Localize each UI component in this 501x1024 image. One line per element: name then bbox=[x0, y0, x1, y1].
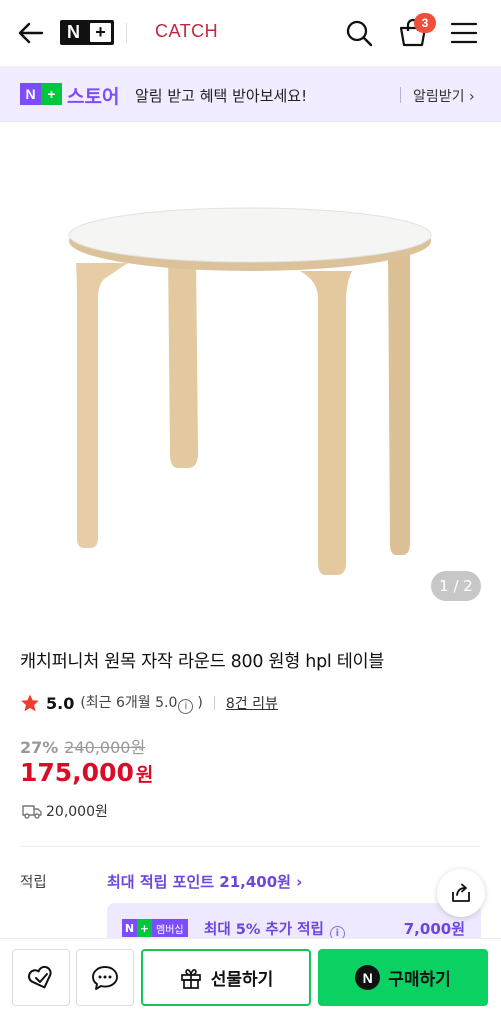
price-currency: 원 bbox=[135, 764, 154, 786]
brand-name[interactable]: CATCH bbox=[155, 21, 218, 42]
share-button[interactable] bbox=[437, 869, 485, 917]
info-icon[interactable]: i bbox=[178, 699, 194, 714]
logo-n: N bbox=[67, 22, 80, 42]
image-counter: 1 / 2 bbox=[431, 571, 481, 601]
product-image[interactable] bbox=[0, 123, 501, 623]
gift-button[interactable]: 선물하기 bbox=[141, 949, 311, 1006]
buy-button[interactable]: N 구매하기 bbox=[318, 949, 488, 1006]
gift-icon bbox=[180, 968, 201, 989]
cart-count-badge: 3 bbox=[414, 13, 436, 33]
logo-plus: + bbox=[90, 22, 111, 42]
star-icon bbox=[21, 694, 39, 712]
rating-score: 5.0 bbox=[46, 693, 75, 713]
truck-icon bbox=[22, 805, 42, 819]
gift-label: 선물하기 bbox=[210, 970, 274, 990]
membership-badge-plus: + bbox=[137, 919, 152, 937]
share-icon bbox=[452, 883, 470, 902]
wishlist-button[interactable] bbox=[12, 949, 70, 1006]
recent-rating-text: (최근 6개월 5.0 bbox=[80, 695, 178, 711]
sale-price: 175,000 원 bbox=[20, 758, 153, 787]
notification-banner[interactable]: N + 스토어 알림 받고 혜택 받아보세요! 알림받기 › bbox=[0, 66, 501, 122]
shipping-row: 20,000원 bbox=[22, 801, 108, 821]
bottom-action-bar: 선물하기 N 구매하기 bbox=[0, 938, 501, 1024]
naver-plus-logo[interactable]: N + bbox=[60, 20, 114, 45]
inquiry-button[interactable] bbox=[76, 949, 134, 1006]
section-divider bbox=[20, 846, 481, 847]
recent-rating-close: ) bbox=[197, 695, 203, 711]
rating-divider bbox=[213, 696, 215, 710]
membership-badge-n: N bbox=[122, 919, 137, 937]
chat-bubble-icon bbox=[92, 965, 118, 990]
shipping-fee: 20,000원 bbox=[46, 804, 108, 820]
max-points-link[interactable]: 최대 적립 포인트 21,400원 › bbox=[107, 871, 302, 892]
store-label: 스토어 bbox=[67, 86, 120, 108]
heart-check-icon bbox=[28, 965, 52, 988]
membership-badge: N + 멤버십 bbox=[122, 919, 188, 937]
original-price: 240,000원 bbox=[64, 738, 146, 757]
top-header: N + CATCH 3 bbox=[0, 0, 501, 66]
review-count-link[interactable]: 8건 리뷰 bbox=[226, 693, 278, 713]
points-label: 적립 bbox=[20, 875, 47, 891]
membership-text: 최대 5% 추가 적립 bbox=[204, 922, 324, 938]
hamburger-menu-icon[interactable] bbox=[450, 20, 478, 46]
buy-label: 구매하기 bbox=[388, 970, 451, 990]
notice-message: 알림 받고 혜택 받아보세요! bbox=[135, 87, 308, 105]
membership-points-box: N + 멤버십 최대 5% 추가 적립 i 7,000원 bbox=[107, 903, 481, 943]
membership-amount: 7,000원 bbox=[403, 920, 465, 938]
discount-row: 27% 240,000원 bbox=[20, 734, 145, 758]
badge-plus: + bbox=[41, 83, 62, 105]
search-icon[interactable] bbox=[344, 18, 374, 48]
naver-pay-n-icon: N bbox=[355, 965, 381, 990]
recent-rating: (최근 6개월 5.0 i) bbox=[80, 692, 203, 714]
price-amount: 175,000 bbox=[20, 758, 134, 787]
header-divider bbox=[126, 23, 127, 43]
subscribe-alert-link[interactable]: 알림받기 › bbox=[413, 86, 475, 106]
rating-row: 5.0 (최근 6개월 5.0 i) 8건 리뷰 bbox=[20, 690, 278, 716]
back-arrow-icon[interactable] bbox=[16, 18, 46, 48]
naver-plus-store-badge: N + bbox=[20, 83, 62, 105]
product-title: 캐치퍼니처 원목 자작 라운드 800 원형 hpl 테이블 bbox=[20, 652, 385, 672]
notice-divider bbox=[400, 87, 401, 103]
badge-n: N bbox=[20, 83, 41, 105]
discount-rate: 27% bbox=[20, 738, 59, 757]
membership-badge-text: 멤버십 bbox=[152, 919, 188, 937]
